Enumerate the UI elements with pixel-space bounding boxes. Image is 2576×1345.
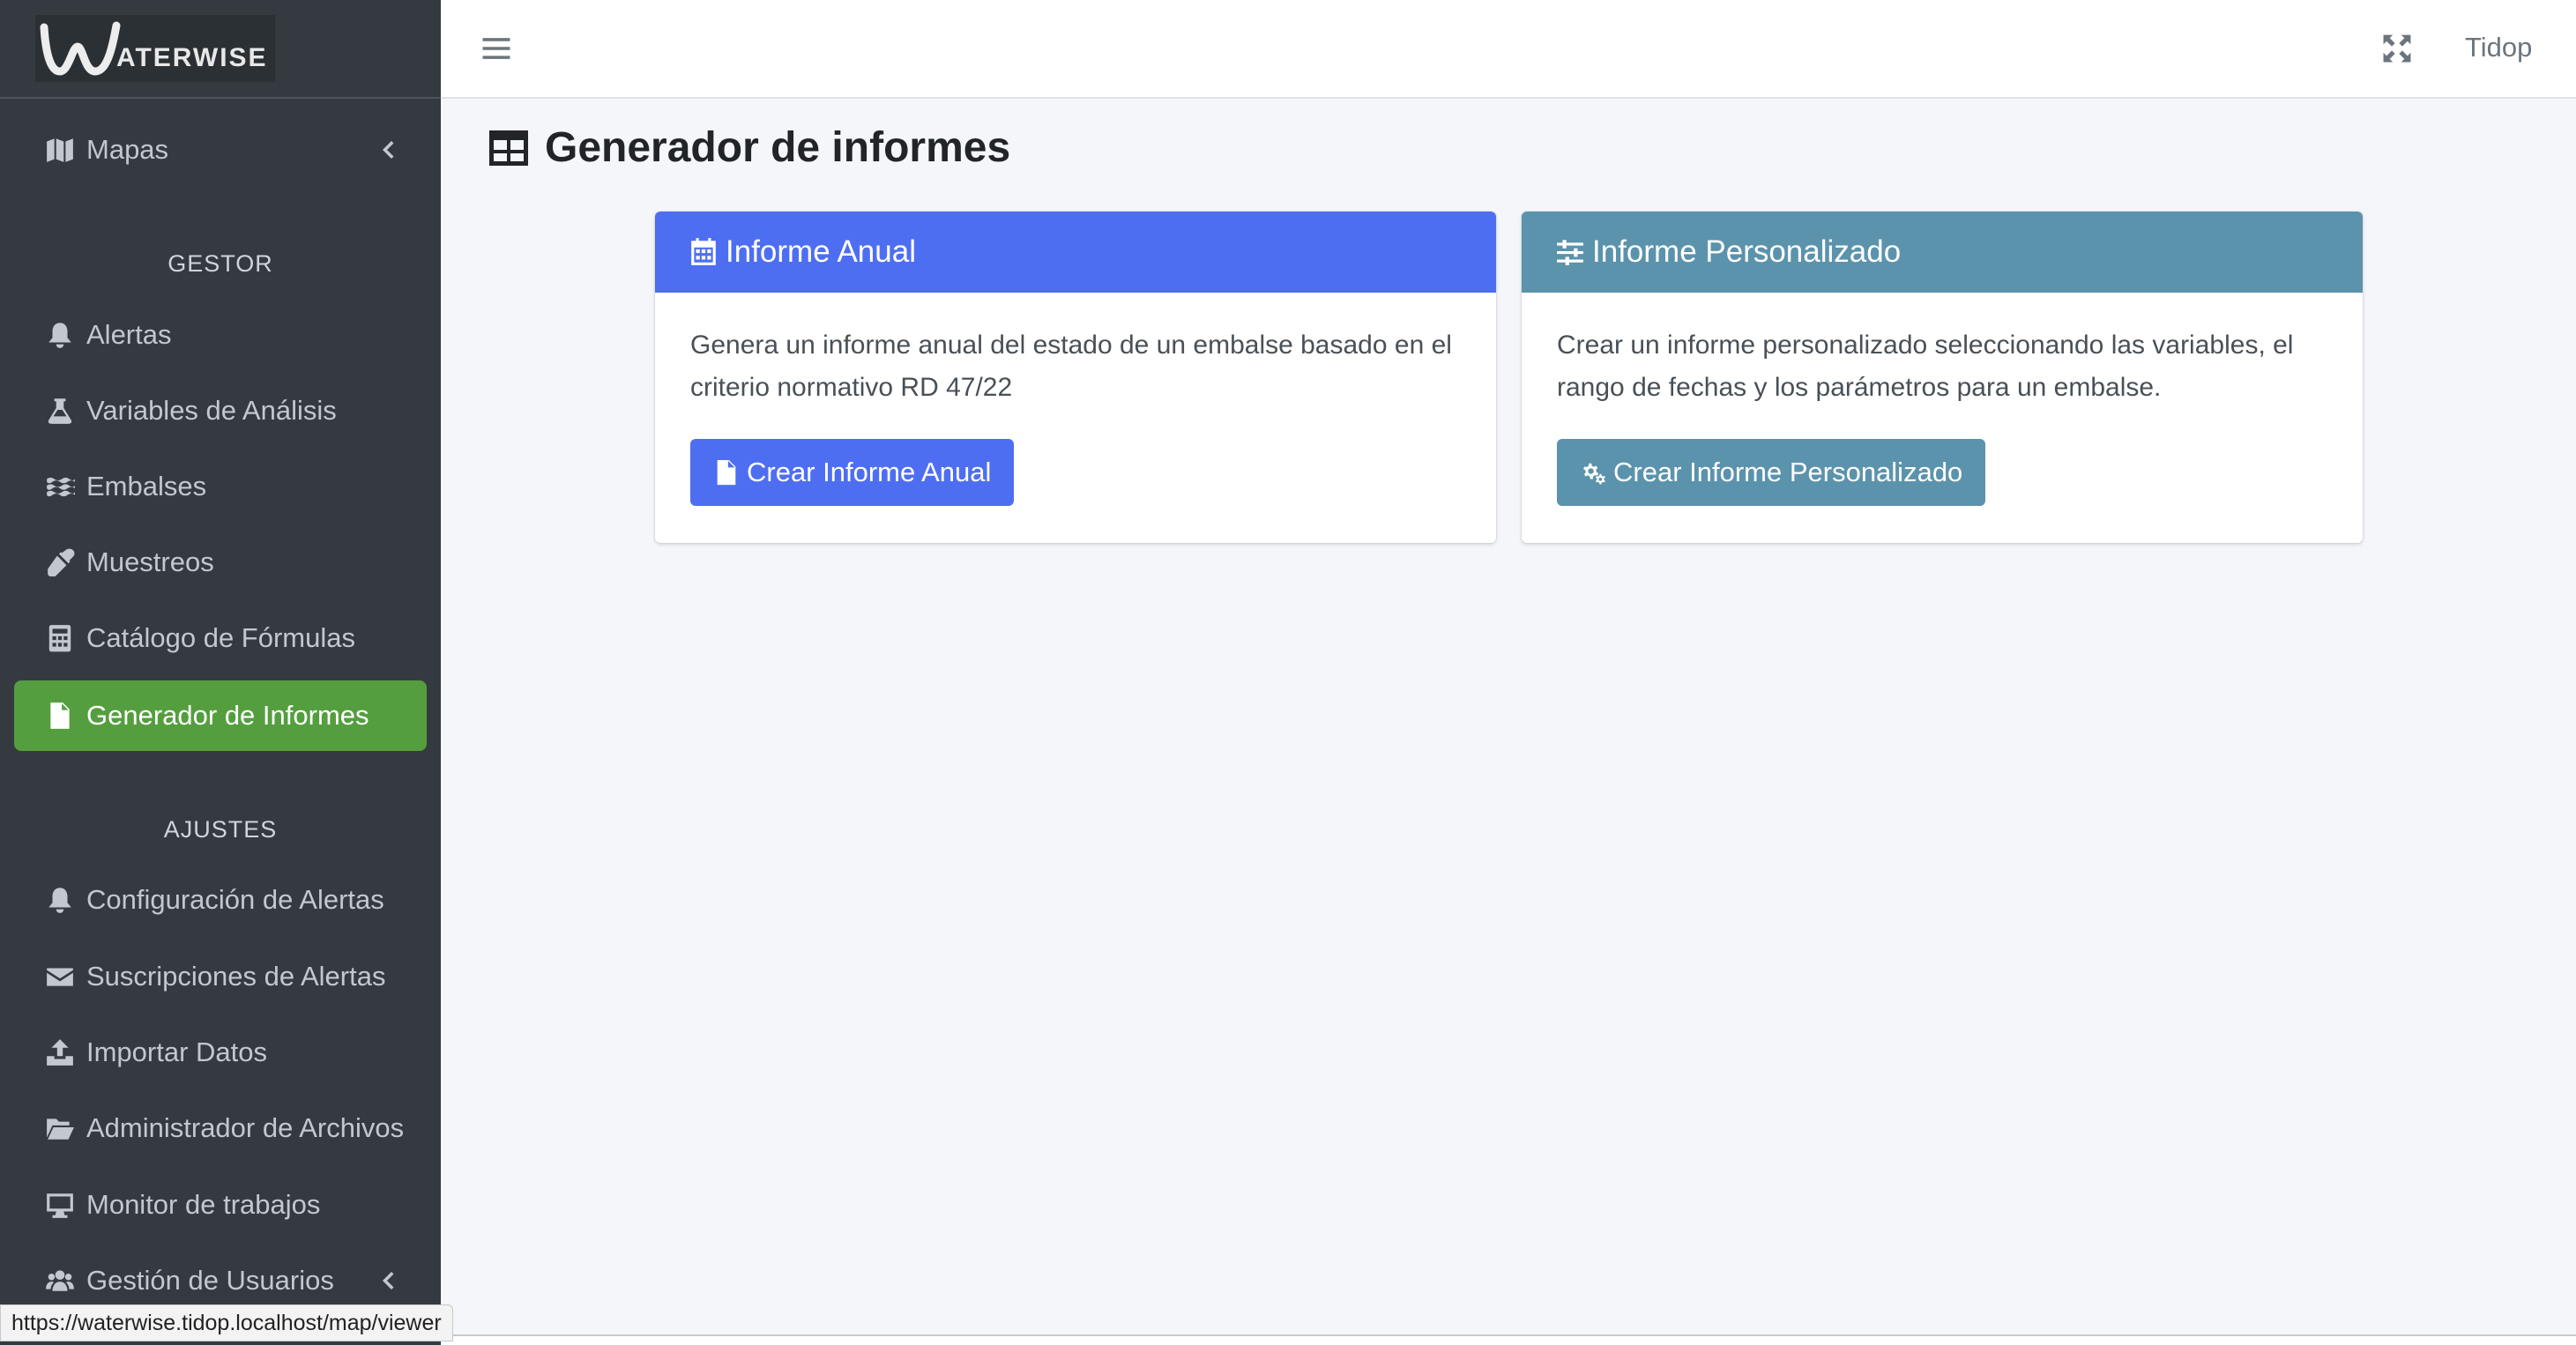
calendar-icon (691, 238, 716, 265)
sidebar-item-label: Importar Datos (86, 1037, 268, 1067)
chevron-left-icon[interactable] (374, 1267, 402, 1295)
sidebar-item-label: Suscripciones de Alertas (86, 961, 386, 992)
bottom-edge (441, 1334, 2576, 1345)
card-header: Informe Anual (655, 212, 1496, 293)
sidebar-item-embalses[interactable]: Embalses (14, 451, 427, 522)
brand[interactable]: ATERWISE (0, 0, 441, 99)
top-navbar: Tidop (441, 0, 2576, 99)
card-title: Informe Anual (726, 234, 916, 269)
button-label: Crear Informe Personalizado (1613, 457, 1963, 487)
card-informe-personalizado: Informe Personalizado Crear un informe p… (1522, 212, 2363, 543)
waterwise-logo-icon (40, 21, 121, 76)
sidebar-item-generador-informes[interactable]: Generador de Informes (14, 680, 427, 751)
card-informe-anual: Informe Anual Genera un informe anual de… (655, 212, 1496, 543)
sidebar-item-variables-analisis[interactable]: Variables de Análisis (14, 375, 427, 446)
hamburger-menu-icon[interactable] (480, 32, 513, 65)
sidebar-item-label: Configuración de Alertas (86, 884, 384, 915)
sidebar-item-alertas[interactable]: Alertas (14, 300, 427, 370)
water-icon (42, 469, 78, 504)
sidebar-item-monitor-trabajos[interactable]: Monitor de trabajos (14, 1170, 427, 1240)
bell-icon (42, 882, 78, 918)
sidebar-item-label: Administrador de Archivos (86, 1112, 405, 1143)
sidebar-item-administrador-archivos[interactable]: Administrador de Archivos (14, 1093, 427, 1163)
card-header: Informe Personalizado (1522, 212, 2363, 293)
envelope-icon (42, 959, 78, 994)
folder-open-icon (42, 1111, 78, 1146)
card-description: Genera un informe anual del estado de un… (690, 331, 1452, 402)
section-header-ajustes: AJUSTES (163, 816, 278, 843)
card-description: Crear un informe personalizado seleccion… (1557, 331, 2294, 402)
sliders-icon (1557, 240, 1583, 265)
sidebar-item-mapas[interactable]: Mapas (14, 115, 427, 185)
brand-text: ATERWISE (116, 43, 268, 72)
sidebar-item-suscripciones-alertas[interactable]: Suscripciones de Alertas (14, 941, 427, 1012)
sidebar-item-label: Alertas (86, 319, 172, 350)
crear-informe-anual-button[interactable]: Crear Informe Anual (690, 439, 1015, 506)
flask-icon (42, 393, 78, 428)
sidebar-item-importar-datos[interactable]: Importar Datos (14, 1017, 427, 1088)
crear-informe-personalizado-button[interactable]: Crear Informe Personalizado (1557, 439, 1986, 506)
sidebar: ATERWISE Mapas GESTOR Alertas Variables (0, 0, 441, 1345)
users-icon (42, 1263, 78, 1298)
browser-status-url: https://waterwise.tidop.localhost/map/vi… (0, 1304, 453, 1341)
card-title: Informe Personalizado (1592, 234, 1902, 269)
sidebar-item-label: Muestreos (86, 546, 214, 577)
sidebar-item-label: Mapas (86, 134, 169, 165)
sidebar-item-config-alertas[interactable]: Configuración de Alertas (14, 865, 427, 935)
sidebar-item-label: Variables de Análisis (86, 395, 337, 426)
card-body: Genera un informe anual del estado de un… (655, 293, 1496, 538)
cogs-icon (1583, 463, 1605, 485)
desktop-icon (42, 1187, 78, 1222)
sidebar-item-label: Monitor de trabajos (86, 1189, 321, 1220)
section-header-gestor: GESTOR (168, 250, 273, 277)
button-label: Crear Informe Anual (747, 457, 992, 487)
app-window: ATERWISE Mapas GESTOR Alertas Variables (0, 0, 2576, 1345)
file-icon (717, 459, 736, 486)
fullscreen-expand-icon[interactable] (2380, 32, 2414, 65)
upload-icon (42, 1035, 78, 1070)
sidebar-item-label: Embalses (86, 471, 207, 502)
table-icon (489, 130, 528, 166)
sidebar-item-catalogo-formulas[interactable]: Catálogo de Fórmulas (14, 603, 427, 673)
card-body: Crear un informe personalizado seleccion… (1522, 293, 2363, 538)
page-title: Generador de informes (487, 123, 1010, 172)
sidebar-item-label: Catálogo de Fórmulas (86, 622, 355, 653)
file-invoice-icon (42, 698, 78, 733)
user-menu-link[interactable]: Tidop (2465, 32, 2532, 63)
eyedropper-icon (42, 545, 78, 580)
brand-logo: ATERWISE (35, 15, 275, 82)
bell-icon (42, 317, 78, 353)
sidebar-item-label: Gestión de Usuarios (86, 1265, 334, 1296)
chevron-left-icon[interactable] (374, 136, 402, 164)
sidebar-item-muestreos[interactable]: Muestreos (14, 527, 427, 598)
page-title-text: Generador de informes (545, 124, 1011, 171)
calculator-icon (42, 620, 78, 656)
sidebar-item-label: Generador de Informes (86, 700, 369, 731)
map-icon (42, 132, 78, 167)
